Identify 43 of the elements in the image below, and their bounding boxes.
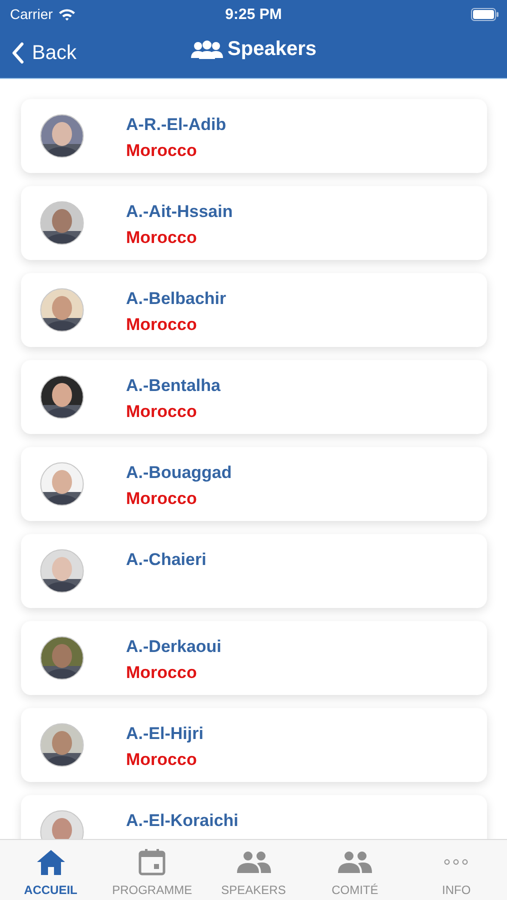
speaker-country: Morocco <box>126 489 198 509</box>
speaker-country: Morocco <box>126 750 198 770</box>
chevron-left-icon <box>12 42 24 64</box>
speaker-card[interactable]: A.-Chaieri <box>21 534 487 608</box>
speaker-country: Morocco <box>126 228 198 248</box>
speaker-name: A.-Bentalha <box>126 376 220 396</box>
speaker-card[interactable]: A.-Belbachir Morocco <box>21 273 487 347</box>
tab-button[interactable]: PROGRAMME <box>101 840 203 900</box>
more-icon <box>443 858 470 866</box>
tab-button[interactable]: SPEAKERS <box>202 840 304 900</box>
speaker-name: A.-El-Hijri <box>126 724 204 744</box>
speaker-name: A-R.-El-Adib <box>126 115 226 135</box>
back-button[interactable]: Back <box>6 42 82 64</box>
speaker-country: Morocco <box>126 315 198 335</box>
speaker-country: Morocco <box>126 141 198 161</box>
speaker-card[interactable]: A.-El-Hijri Morocco <box>21 708 487 782</box>
carrier-name: Carrier <box>10 6 53 22</box>
speaker-name: A.-Belbachir <box>126 289 226 309</box>
speaker-country: Morocco <box>126 402 198 422</box>
home-icon <box>36 848 66 876</box>
group-icon <box>190 40 223 60</box>
tab-button[interactable]: COMITÉ <box>304 840 406 900</box>
speaker-name: A.-Chaieri <box>126 550 206 570</box>
speaker-name: A.-El-Koraichi <box>126 811 238 831</box>
people-icon <box>338 851 372 873</box>
speaker-country: Morocco <box>126 663 198 683</box>
speaker-card[interactable]: A.-Ait-Hssain Morocco <box>21 186 487 260</box>
clock-time: 9:25 PM <box>225 6 282 22</box>
battery-icon <box>471 8 499 20</box>
speaker-card[interactable]: A.-El-Koraichi <box>21 795 487 839</box>
wifi-icon <box>58 8 76 20</box>
speaker-card[interactable]: A-R.-El-Adib Morocco <box>21 99 487 173</box>
tab-button[interactable]: INFO <box>406 840 507 900</box>
speaker-name: A.-Ait-Hssain <box>126 202 233 222</box>
speaker-card[interactable]: A.-Derkaoui Morocco <box>21 621 487 695</box>
speaker-card[interactable]: A.-Bouaggad Morocco <box>21 447 487 521</box>
speaker-name: A.-Bouaggad <box>126 463 232 483</box>
screen-title: Speakers <box>228 38 316 61</box>
people-icon <box>236 851 271 873</box>
tab-button[interactable]: ACCUEIL <box>0 840 102 900</box>
calendar-icon <box>138 848 166 876</box>
speaker-card[interactable]: A.-Bentalha Morocco <box>21 360 487 434</box>
speaker-name: A.-Derkaoui <box>126 637 222 657</box>
